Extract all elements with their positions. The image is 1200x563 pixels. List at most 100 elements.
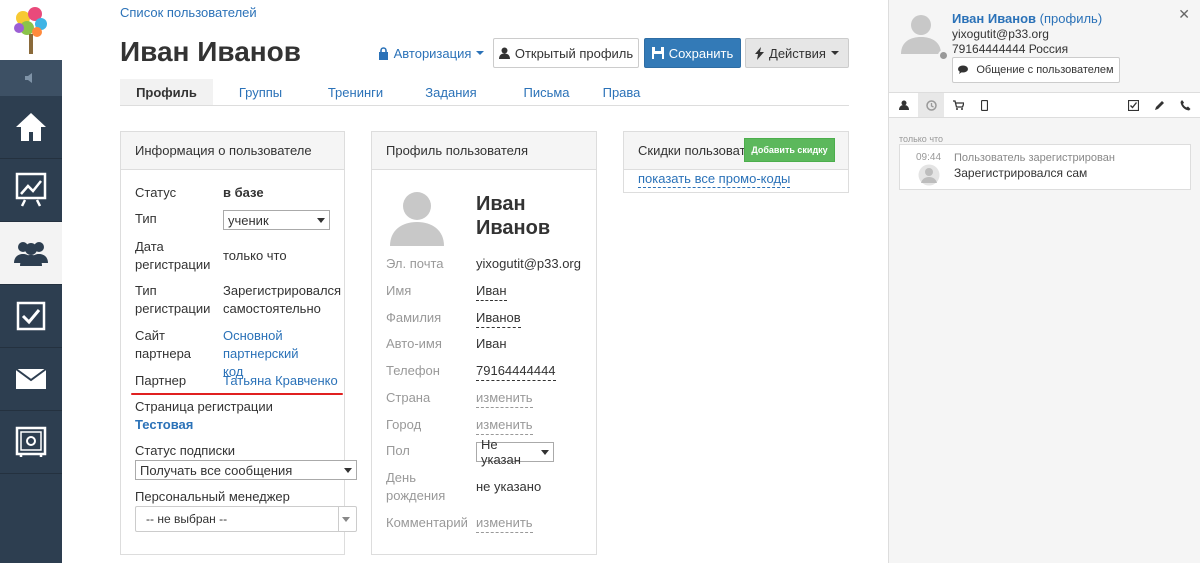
phone-label: Телефон [386, 363, 440, 378]
reg-date-label: Дата регистрации [135, 239, 211, 272]
gender-label: Пол [386, 443, 410, 458]
sidebar-item-safe[interactable] [0, 411, 62, 474]
partner-link[interactable]: Татьяна Кравченко [223, 372, 338, 390]
country-edit-link[interactable]: изменить [476, 389, 533, 408]
breadcrumb-users-list[interactable]: Список пользователей [120, 5, 257, 20]
email-value: yixogutit@p33.org [476, 256, 581, 271]
side-user-phone-country: 79164444444 Россия [952, 42, 1069, 56]
phone-icon [1180, 99, 1190, 110]
profile-tabs: Профиль Группы Тренинги Задания Письма П… [120, 79, 849, 106]
side-tab-notes[interactable] [1146, 93, 1172, 117]
side-tab-history[interactable] [918, 93, 944, 117]
tab-profile[interactable]: Профиль [120, 79, 213, 105]
open-profile-label: Открытый профиль [514, 45, 634, 61]
type-select[interactable]: ученик [223, 210, 330, 230]
caret-down-icon [830, 51, 839, 55]
actions-dropdown-button[interactable]: Действия [745, 38, 849, 68]
reg-type-label: Тип регистрации [135, 283, 211, 316]
tab-tasks[interactable]: Задания [403, 79, 499, 105]
user-icon [498, 47, 510, 59]
manager-select[interactable]: -- не выбран -- [135, 506, 357, 532]
reg-page-label: Страница регистрации [135, 399, 273, 414]
manager-select-value: -- не выбран -- [146, 512, 228, 526]
open-profile-button[interactable]: Открытый профиль [493, 38, 639, 68]
sub-status-label: Статус подписки [135, 443, 236, 458]
dropdown-arrow-icon [344, 467, 352, 473]
comment-label: Комментарий [386, 515, 468, 530]
last-name-editable[interactable]: Иванов [476, 309, 521, 328]
auto-name-label: Авто-имя [386, 336, 442, 351]
type-select-value: ученик [228, 212, 269, 228]
tab-letters[interactable]: Письма [499, 79, 594, 105]
user-info-heading: Информация о пользователе [121, 132, 344, 170]
tab-trainings[interactable]: Тренинги [308, 79, 403, 105]
mobile-icon [980, 99, 988, 111]
save-button[interactable]: Сохранить [644, 38, 741, 68]
left-sidebar [0, 0, 62, 563]
chat-with-user-button[interactable]: Общение с пользователем [952, 57, 1120, 83]
side-tab-user[interactable] [891, 93, 917, 117]
status-label: Статус [135, 185, 177, 200]
gender-select[interactable]: Не указан [476, 437, 554, 467]
first-name-editable[interactable]: Иван [476, 282, 507, 301]
feed-event-card: 09:44 Пользователь зарегистрирован Зарег… [899, 144, 1191, 190]
side-tab-mobile[interactable] [971, 93, 997, 117]
reg-type-value: Зарегистрировался самостоятельно [223, 283, 342, 316]
user-icon [899, 100, 909, 110]
chat-with-user-label: Общение с пользователем [976, 64, 1114, 76]
add-discount-button[interactable]: Добавить скидку [744, 138, 835, 162]
first-name-label: Имя [386, 283, 412, 298]
home-icon [16, 113, 46, 141]
city-label: Город [386, 417, 422, 432]
save-label: Сохранить [668, 45, 734, 61]
city-edit-link[interactable]: изменить [476, 416, 533, 435]
auth-dropdown-button[interactable]: Авторизация [372, 38, 490, 68]
actions-label: Действия [769, 45, 826, 61]
page-title: Иван Иванов [120, 36, 302, 67]
dropdown-arrow-icon [338, 507, 352, 531]
phone-editable[interactable]: 79164444444 [476, 362, 556, 381]
sidebar-item-stats[interactable] [0, 159, 62, 222]
caret-down-icon [476, 51, 485, 55]
check-square-icon [1127, 99, 1139, 111]
side-tab-tasks[interactable] [1120, 93, 1146, 117]
chart-icon [15, 172, 47, 207]
user-side-panel: Иван Иванов (профиль) yixogutit@p33.org … [888, 0, 1200, 563]
floppy-icon [651, 47, 664, 59]
side-profile-link[interactable]: (профиль) [1040, 11, 1102, 26]
country-label: Страна [386, 390, 431, 405]
reg-page-link[interactable]: Тестовая [135, 416, 193, 434]
app-logo[interactable] [0, 0, 62, 60]
sidebar-item-home[interactable] [0, 96, 62, 159]
main-content: Список пользователей Иван Иванов Авториз… [62, 0, 888, 563]
sound-toggle[interactable] [0, 60, 62, 96]
sidebar-item-users[interactable] [0, 222, 62, 285]
side-user-name-link[interactable]: Иван Иванов [952, 11, 1036, 26]
pencil-icon [1154, 100, 1164, 110]
dropdown-arrow-icon [541, 449, 549, 455]
show-promo-codes-link[interactable]: показать все промо-коды [638, 171, 791, 188]
partner-site-label: Сайт партнера [135, 328, 192, 361]
profile-panel: Профиль пользователя Иван Иванов Эл. почт… [371, 131, 597, 555]
sidebar-item-tasks[interactable] [0, 285, 62, 348]
type-label: Тип [135, 211, 157, 226]
comment-edit-link[interactable]: изменить [476, 514, 533, 533]
side-tab-orders[interactable] [945, 93, 971, 117]
sidebar-item-mail[interactable] [0, 348, 62, 411]
manager-label: Персональный менеджер [135, 489, 290, 504]
dropdown-arrow-icon [317, 217, 325, 223]
auth-label: Авторизация [393, 45, 472, 61]
birthday-label: День рождения [386, 470, 446, 503]
side-tab-calls[interactable] [1172, 93, 1198, 117]
history-icon [925, 99, 937, 111]
tab-groups[interactable]: Группы [213, 79, 308, 105]
avatar-placeholder-icon [901, 15, 941, 54]
avatar-placeholder-icon [918, 164, 940, 186]
last-name-label: Фамилия [386, 310, 442, 325]
close-icon[interactable]: ✕ [1178, 6, 1190, 23]
email-label: Эл. почта [386, 256, 444, 271]
tab-rights[interactable]: Права [594, 79, 649, 105]
speaker-icon [25, 73, 32, 83]
sub-status-select[interactable]: Получать все сообщения [135, 460, 357, 480]
sub-status-select-value: Получать все сообщения [140, 462, 293, 478]
